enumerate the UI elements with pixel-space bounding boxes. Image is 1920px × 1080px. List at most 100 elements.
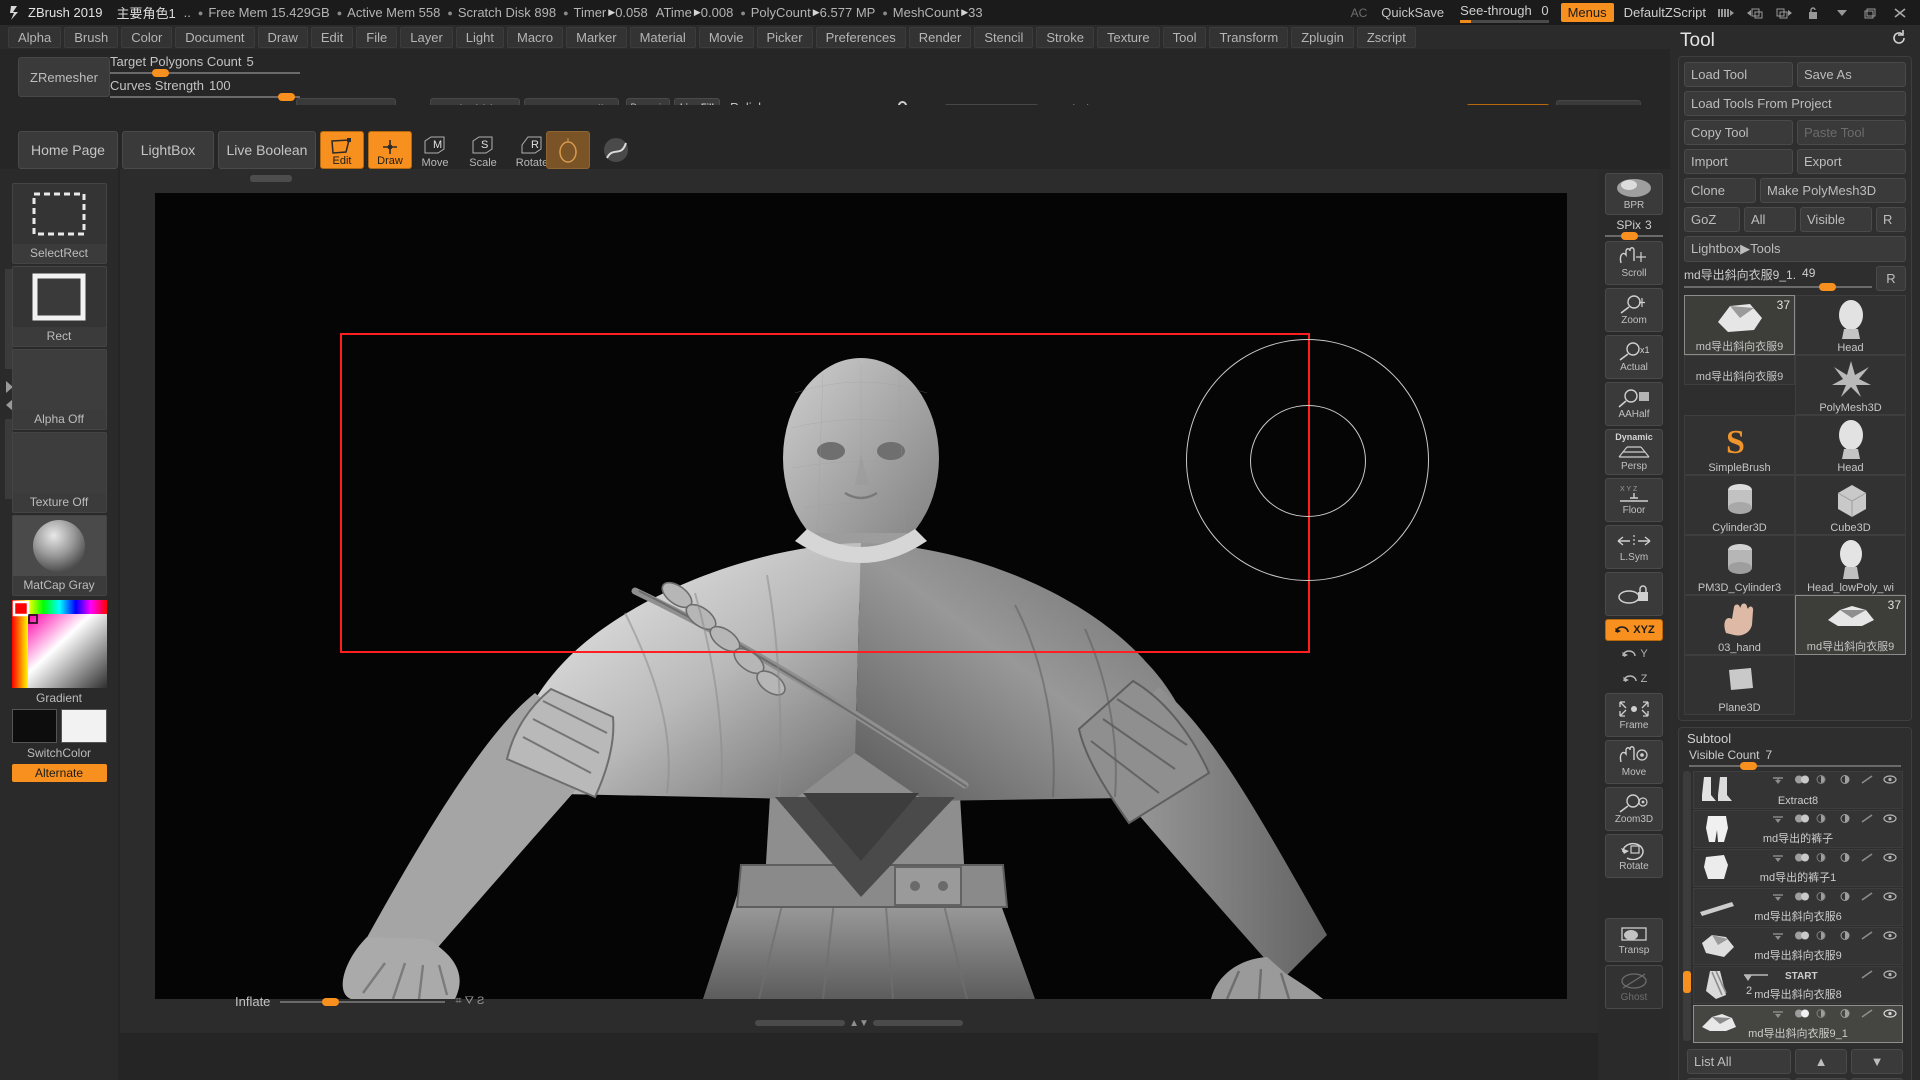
subtool-item-icons[interactable]: [1772, 775, 1898, 784]
scroll-arrows-icon[interactable]: ▲▼: [849, 1018, 869, 1029]
aahalf-button[interactable]: AAHalf: [1605, 382, 1663, 426]
zoom-button[interactable]: Zoom: [1605, 288, 1663, 332]
current-tool-slider[interactable]: md导出斜向衣服9_1. 49: [1684, 266, 1872, 291]
edit-mode-button[interactable]: Edit: [320, 131, 364, 169]
z-axis-button[interactable]: Z: [1605, 668, 1663, 690]
tool-thumbnail[interactable]: Cylinder3D: [1684, 475, 1795, 535]
move-up-button[interactable]: ▲: [1795, 1049, 1847, 1074]
home-page-button[interactable]: Home Page: [18, 131, 118, 169]
menu-item-picker[interactable]: Picker: [757, 27, 813, 48]
subtool-scrollbar-thumb[interactable]: [1683, 971, 1691, 993]
close-icon[interactable]: [1892, 6, 1908, 20]
material-slot[interactable]: MatCap Gray: [12, 515, 107, 596]
canvas-area[interactable]: Inflate ⌗ ⛛ Ƨ ▲▼: [120, 169, 1598, 1033]
menu-item-render[interactable]: Render: [909, 27, 972, 48]
lightbox-button[interactable]: LightBox: [122, 131, 214, 169]
rotate-view-button[interactable]: Rotate: [1605, 834, 1663, 878]
menus-button[interactable]: Menus: [1561, 3, 1614, 22]
maximize-icon[interactable]: [1863, 6, 1879, 20]
menu-item-color[interactable]: Color: [121, 27, 172, 48]
subtool-item[interactable]: md导出斜向衣服6: [1693, 888, 1903, 926]
menu-item-zscript[interactable]: Zscript: [1357, 27, 1416, 48]
menu-item-file[interactable]: File: [356, 27, 397, 48]
target-polygons-slider[interactable]: Target Polygons Count 5: [110, 54, 300, 74]
import-button[interactable]: Import: [1684, 149, 1793, 174]
menu-item-stencil[interactable]: Stencil: [974, 27, 1033, 48]
clone-button[interactable]: Clone: [1684, 178, 1756, 203]
load-tool-button[interactable]: Load Tool: [1684, 62, 1793, 87]
menu-item-transform[interactable]: Transform: [1209, 27, 1288, 48]
next-subtool-icon[interactable]: [1776, 6, 1792, 20]
tool-thumbnail[interactable]: Head: [1795, 415, 1906, 475]
inflate-knob[interactable]: [322, 998, 339, 1006]
tool-thumbnail[interactable]: Head: [1795, 295, 1906, 355]
visible-count-track[interactable]: [1689, 765, 1901, 767]
color-picker[interactable]: [12, 600, 107, 688]
spix-slider[interactable]: SPix 3: [1605, 218, 1663, 237]
bpr-button[interactable]: BPR: [1605, 173, 1663, 215]
inflate-slider[interactable]: Inflate ⌗ ⛛ Ƨ: [235, 994, 484, 1009]
tool-thumbnail[interactable]: md导出斜向衣服9: [1684, 355, 1795, 385]
subtool-item[interactable]: Extract8: [1693, 771, 1903, 809]
xyz-axis-button[interactable]: XYZ: [1605, 619, 1663, 641]
tool-thumbnail[interactable]: 37 md导出斜向衣服9: [1684, 295, 1795, 355]
tool-thumbnail[interactable]: Cube3D: [1795, 475, 1906, 535]
target-polygons-knob[interactable]: [152, 69, 169, 77]
subtool-item-icons[interactable]: [1772, 814, 1898, 823]
tool-thumbnail[interactable]: 37 md导出斜向衣服9: [1795, 595, 1906, 655]
alternate-button[interactable]: Alternate: [12, 764, 107, 782]
scale-mode-button[interactable]: S Scale: [462, 131, 504, 169]
see-through-track[interactable]: [1460, 20, 1548, 23]
list-all-button[interactable]: List All: [1687, 1049, 1791, 1074]
subtool-item-icons[interactable]: [1772, 1009, 1898, 1018]
ghost-button[interactable]: Ghost: [1605, 965, 1663, 1009]
switchcolor-label[interactable]: SwitchColor: [0, 746, 118, 760]
menu-item-layer[interactable]: Layer: [400, 27, 453, 48]
subtool-scrollbar[interactable]: [1683, 771, 1691, 1041]
menu-item-edit[interactable]: Edit: [311, 27, 353, 48]
spix-track[interactable]: [1605, 235, 1663, 237]
menu-item-preferences[interactable]: Preferences: [816, 27, 906, 48]
zremesher-button[interactable]: ZRemesher: [18, 57, 110, 97]
tool-thumbnail[interactable]: PM3D_Cylinder3: [1684, 535, 1795, 595]
menu-item-document[interactable]: Document: [175, 27, 254, 48]
goz-r-button[interactable]: R: [1876, 207, 1906, 232]
menu-item-material[interactable]: Material: [630, 27, 696, 48]
menu-item-zplugin[interactable]: Zplugin: [1291, 27, 1354, 48]
subtool-item-icons[interactable]: [1860, 970, 1898, 979]
subtool-item[interactable]: md导出斜向衣服9_1: [1693, 1005, 1903, 1043]
prev-subtool-icon[interactable]: [1747, 6, 1763, 20]
tool-thumbnail[interactable]: S SimpleBrush: [1684, 415, 1795, 475]
scroll-button[interactable]: Scroll: [1605, 241, 1663, 285]
save-as-button[interactable]: Save As: [1797, 62, 1906, 87]
subtool-item[interactable]: md导出斜向衣服9: [1693, 927, 1903, 965]
subtool-item-icons[interactable]: [1772, 931, 1898, 940]
popup-menu-icon[interactable]: [1718, 6, 1734, 20]
secondary-color-swatch[interactable]: [61, 709, 107, 743]
scrollbar-thumb-right[interactable]: [873, 1020, 963, 1026]
menu-item-marker[interactable]: Marker: [566, 27, 626, 48]
see-through-knob[interactable]: [1460, 20, 1471, 23]
canvas-top-handle[interactable]: [250, 175, 292, 182]
perspective-button[interactable]: Dynamic Persp: [1605, 429, 1663, 475]
load-tools-from-project-button[interactable]: Load Tools From Project: [1684, 91, 1906, 116]
make-polymesh3d-button[interactable]: Make PolyMesh3D: [1760, 178, 1906, 203]
tool-thumbnail[interactable]: Head_lowPoly_wi: [1795, 535, 1906, 595]
target-polygons-track[interactable]: [110, 72, 300, 74]
spix-knob[interactable]: [1621, 232, 1638, 240]
curves-strength-track[interactable]: [110, 96, 300, 98]
tool-thumbnail[interactable]: 03_hand: [1684, 595, 1795, 655]
stroke-rect-slot[interactable]: Rect: [12, 266, 107, 347]
menu-item-movie[interactable]: Movie: [699, 27, 754, 48]
subtool-item[interactable]: START 2 md导出斜向衣服8: [1693, 966, 1903, 1004]
texture-slot[interactable]: Texture Off: [12, 432, 107, 513]
tool-thumbnail[interactable]: PolyMesh3D: [1795, 355, 1906, 415]
subtool-item[interactable]: md导出的裤子: [1693, 810, 1903, 848]
lightbox-tools-button[interactable]: Lightbox▶Tools: [1684, 236, 1906, 262]
canvas-bottom-scrollbar[interactable]: ▲▼: [120, 1018, 1598, 1028]
menu-item-light[interactable]: Light: [456, 27, 504, 48]
transform-lock-button[interactable]: [1605, 572, 1663, 616]
move-view-button[interactable]: Move: [1605, 740, 1663, 784]
minimize-icon[interactable]: [1834, 6, 1850, 20]
copy-tool-button[interactable]: Copy Tool: [1684, 120, 1793, 145]
